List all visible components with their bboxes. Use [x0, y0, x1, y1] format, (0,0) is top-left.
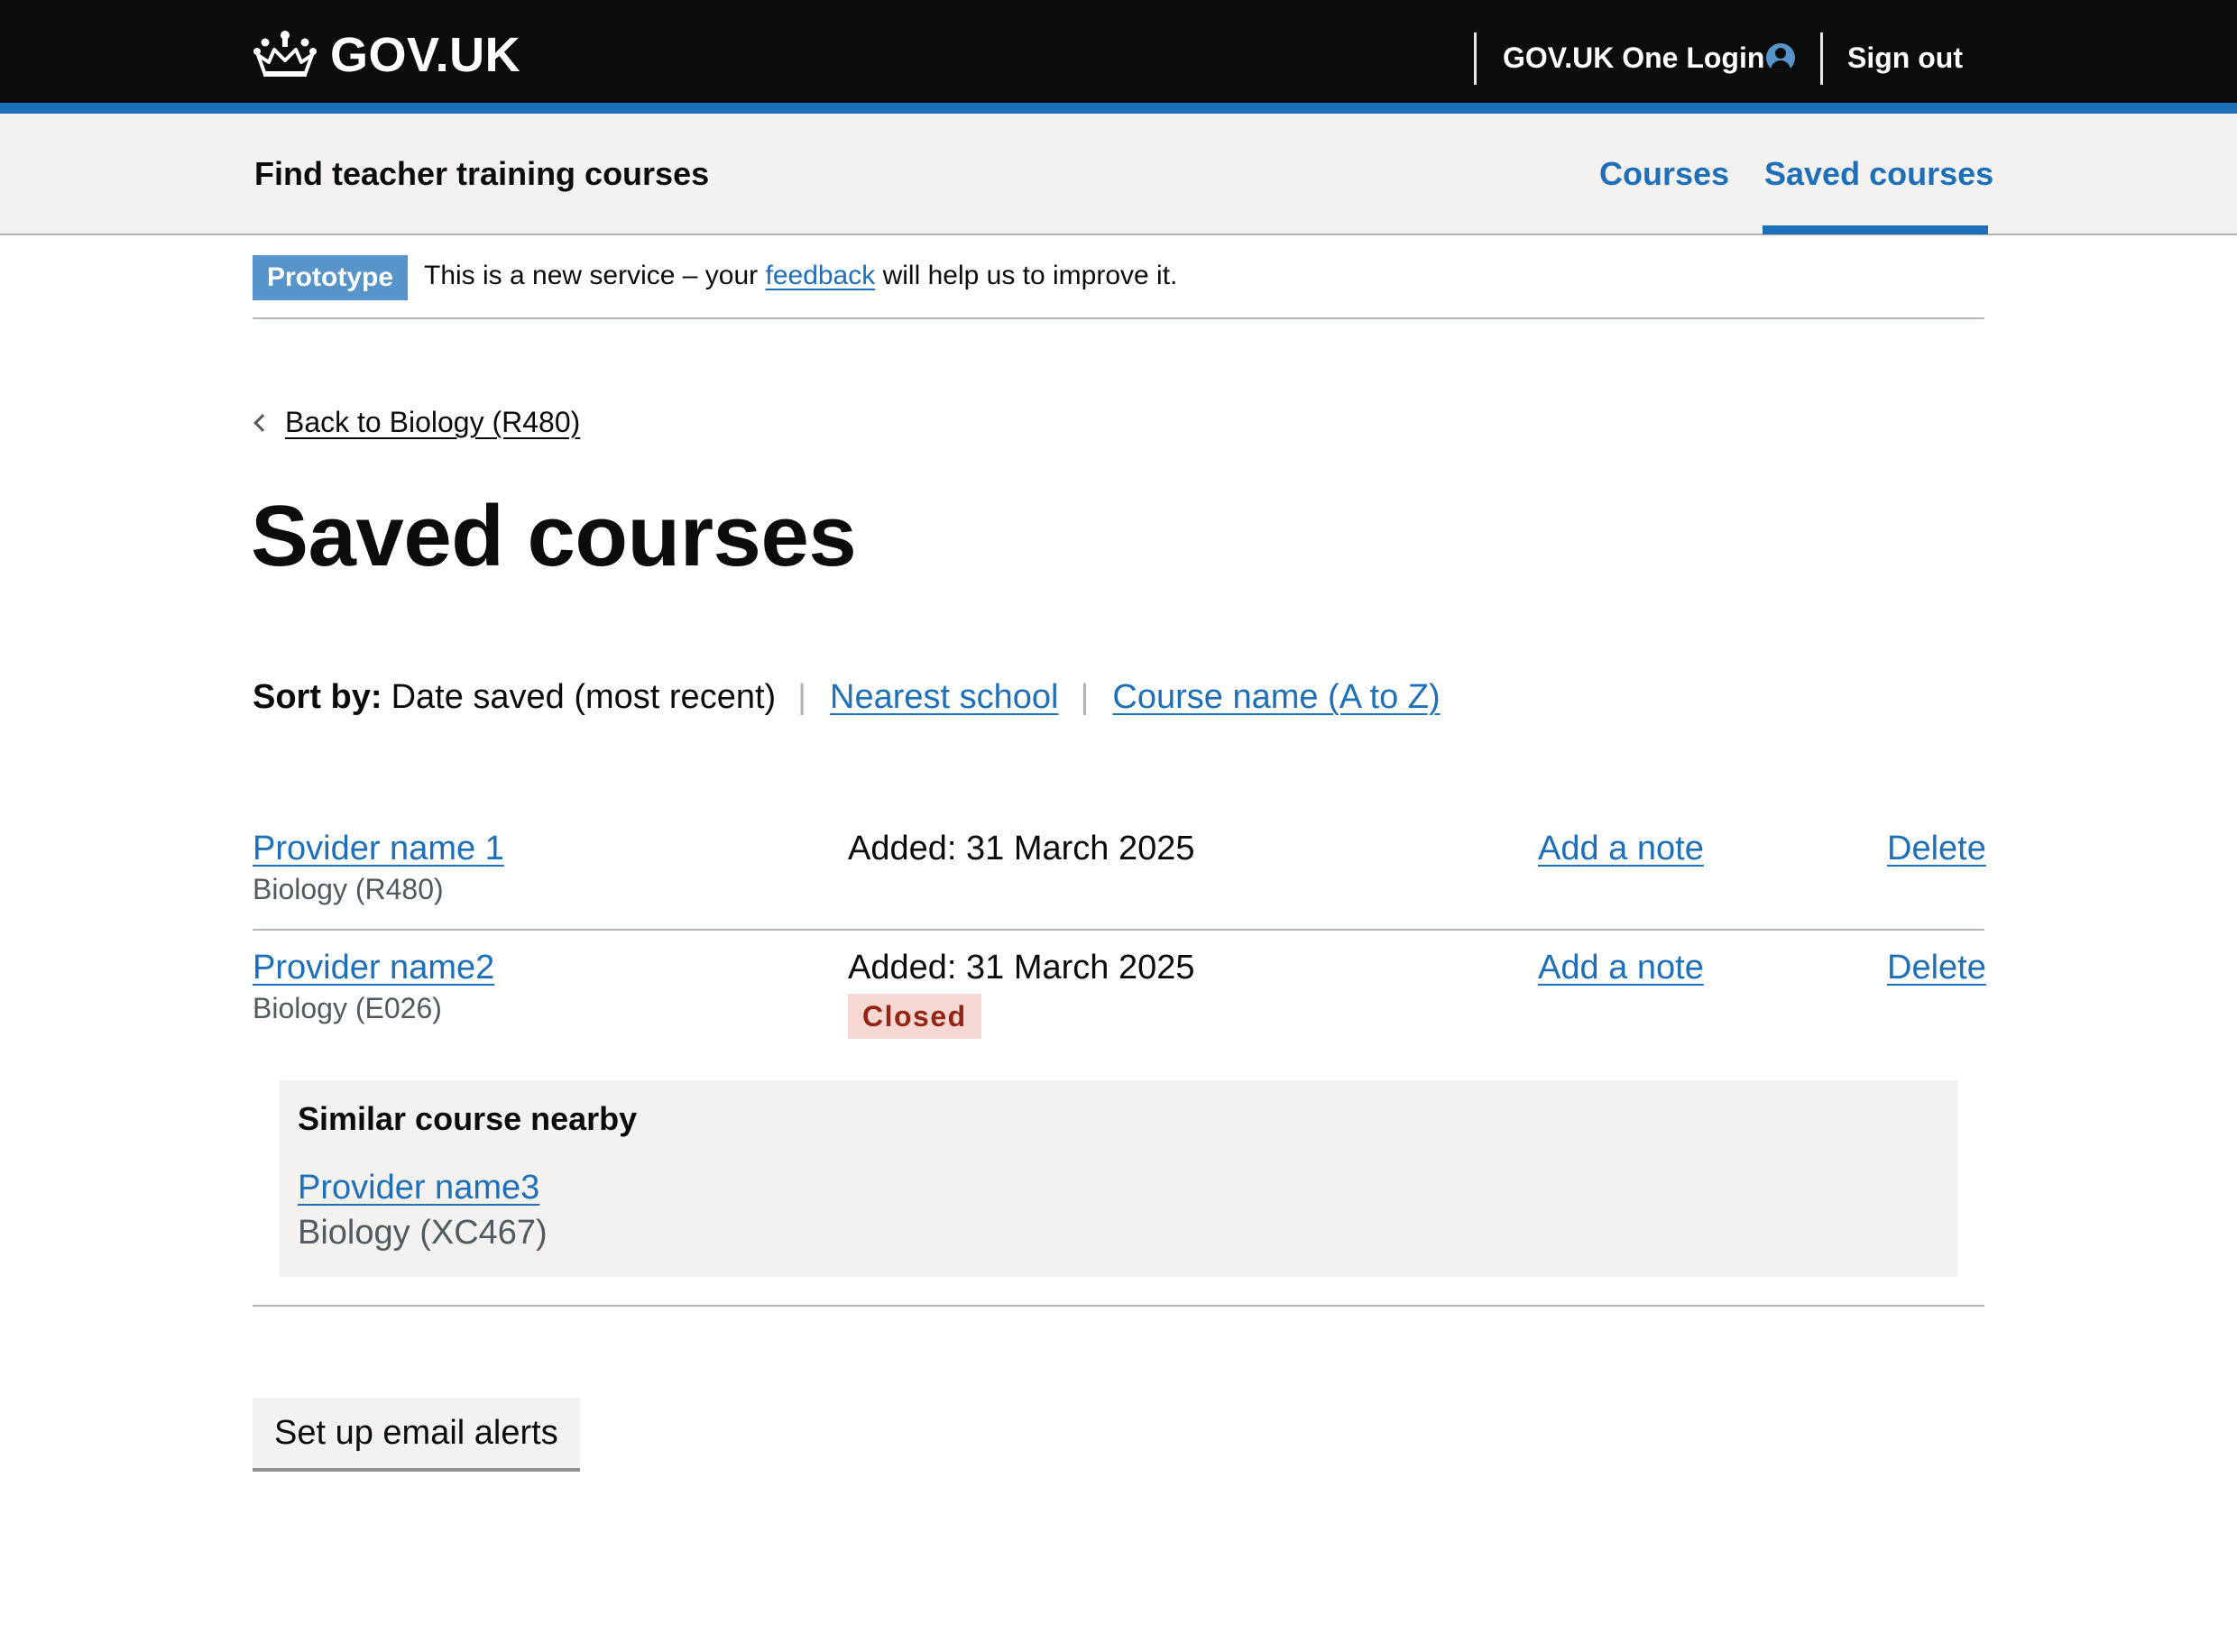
page-title: Saved courses — [251, 488, 857, 584]
phase-tag: Prototype — [253, 255, 409, 300]
date-added: Added: 31 March 2025 — [848, 830, 1195, 867]
similar-course-name: Biology (XC467) — [298, 1214, 548, 1252]
feedback-link[interactable]: feedback — [765, 261, 875, 290]
header-divider — [1474, 32, 1477, 85]
similar-course-panel: Similar course nearby Provider name3 Bio… — [280, 1080, 1957, 1277]
sort-separator: | — [1080, 678, 1090, 716]
nav-item-saved-courses[interactable]: Saved courses — [1764, 155, 1993, 193]
nav-item-courses[interactable]: Courses — [1599, 155, 1729, 193]
sort-nearest-school-link[interactable]: Nearest school — [830, 678, 1058, 717]
course-name: Biology (R480) — [253, 873, 444, 905]
add-note-link[interactable]: Add a note — [1538, 830, 1704, 868]
similar-provider-link[interactable]: Provider name3 — [298, 1169, 539, 1207]
service-navigation: Find teacher training courses Courses Sa… — [0, 114, 2237, 235]
sort-options: Sort by: Date saved (most recent) | Near… — [253, 678, 1441, 717]
govuk-logo-link[interactable]: GOV.UK — [253, 27, 520, 83]
course-name: Biology (E026) — [253, 992, 442, 1024]
delete-link[interactable]: Delete — [1887, 949, 1986, 987]
closed-status-tag: Closed — [848, 994, 981, 1039]
sign-out-link[interactable]: Sign out — [1847, 41, 1963, 75]
nav-active-indicator — [1763, 225, 1988, 234]
govuk-header: GOV.UK GOV.UK One Login Sign out — [0, 0, 2237, 121]
sort-course-name-link[interactable]: Course name (A to Z) — [1112, 678, 1440, 717]
user-account-icon[interactable] — [1766, 43, 1795, 72]
service-name: Find teacher training courses — [254, 155, 710, 192]
phase-text-before: This is a new service – your — [424, 261, 766, 290]
add-note-link[interactable]: Add a note — [1538, 949, 1704, 987]
saved-course-list: Provider name 1 Biology (R480) Added: 31… — [253, 812, 1986, 1307]
sort-separator: | — [797, 678, 807, 716]
sort-current: Date saved (most recent) — [391, 678, 777, 716]
phase-text-after: will help us to improve it. — [875, 261, 1178, 290]
set-up-email-alerts-button[interactable]: Set up email alerts — [253, 1398, 580, 1468]
provider-link[interactable]: Provider name2 — [253, 949, 494, 987]
provider-link[interactable]: Provider name 1 — [253, 830, 504, 868]
back-link-container: Back to Biology (R480) — [253, 406, 580, 439]
govuk-logotype: GOV.UK — [330, 28, 521, 82]
header-divider — [1820, 32, 1823, 85]
delete-link[interactable]: Delete — [1887, 830, 1986, 868]
saved-course-row: Provider name 1 Biology (R480) Added: 31… — [253, 812, 1986, 931]
date-added: Added: 31 March 2025 — [848, 949, 1195, 987]
crown-icon — [253, 31, 317, 77]
chevron-left-icon — [253, 413, 272, 432]
phase-banner: Prototype This is a new service – your f… — [253, 235, 1984, 319]
phase-banner-text: This is a new service – your feedback wi… — [424, 261, 1177, 291]
back-link[interactable]: Back to Biology (R480) — [285, 406, 580, 439]
one-login-link[interactable]: GOV.UK One Login — [1503, 41, 1764, 75]
saved-course-row: Provider name2 Biology (E026) Added: 31 … — [253, 931, 1986, 1307]
sort-label: Sort by: — [253, 678, 382, 716]
similar-course-heading: Similar course nearby — [298, 1100, 638, 1137]
